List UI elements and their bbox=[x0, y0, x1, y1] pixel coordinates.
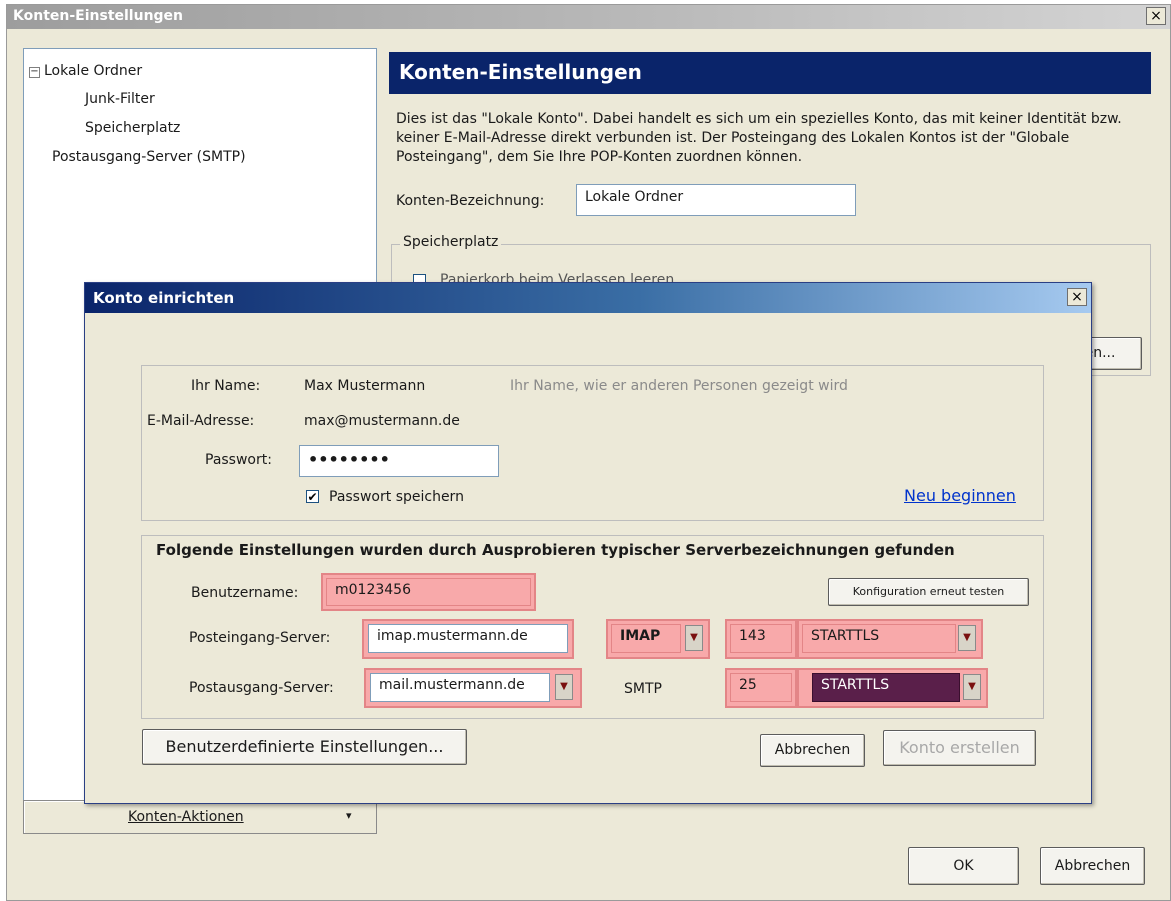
dialog-titlebar[interactable]: Konto einrichten × bbox=[85, 283, 1091, 313]
outgoing-protocol-label: SMTP bbox=[624, 681, 662, 697]
username-label: Benutzername: bbox=[191, 585, 299, 601]
account-description: Dies ist das "Lokale Konto". Dabei hande… bbox=[396, 111, 1122, 165]
email-value[interactable]: max@mustermann.de bbox=[304, 413, 460, 429]
account-actions-button[interactable]: Konten-Aktionen ▾ bbox=[23, 800, 377, 834]
dialog-title: Konto einrichten bbox=[93, 289, 235, 307]
save-password-checkbox[interactable]: ✔ bbox=[306, 490, 319, 503]
collapse-icon[interactable]: − bbox=[29, 67, 40, 78]
custom-settings-button[interactable]: Benutzerdefinierte Einstellungen... bbox=[142, 729, 467, 765]
tree-item-junk-filter[interactable]: Junk-Filter bbox=[85, 91, 155, 107]
name-label: Ihr Name: bbox=[191, 378, 261, 394]
incoming-server-label: Posteingang-Server: bbox=[189, 630, 331, 646]
password-label: Passwort: bbox=[205, 452, 272, 468]
save-password-label: Passwort speichern bbox=[329, 489, 464, 505]
incoming-security-select[interactable]: STARTTLS bbox=[802, 624, 956, 653]
empty-trash-label: Papierkorb beim Verlassen leeren bbox=[440, 272, 675, 282]
chevron-down-icon: ▾ bbox=[346, 809, 352, 822]
ok-button[interactable]: OK bbox=[908, 847, 1019, 885]
tree-item-lokale-ordner[interactable]: − Lokale Ordner bbox=[29, 63, 142, 79]
setup-account-dialog: Konto einrichten × Ihr Name: Max Musterm… bbox=[84, 282, 1092, 804]
window-titlebar[interactable]: Konten-Einstellungen × bbox=[7, 5, 1170, 29]
storage-legend: Speicherplatz bbox=[400, 234, 502, 250]
cancel-button[interactable]: Abbrechen bbox=[1040, 847, 1145, 885]
incoming-server-input[interactable]: imap.mustermann.de bbox=[368, 624, 568, 653]
account-actions-label: Konten-Aktionen bbox=[128, 809, 244, 825]
dialog-cancel-button[interactable]: Abbrechen bbox=[760, 734, 865, 767]
account-name-input[interactable]: Lokale Ordner bbox=[576, 184, 856, 216]
found-settings-heading: Folgende Einstellungen wurden durch Ausp… bbox=[156, 541, 955, 559]
incoming-protocol-dropdown-icon[interactable]: ▼ bbox=[685, 625, 703, 651]
window-close-button[interactable]: × bbox=[1146, 7, 1166, 25]
outgoing-server-dropdown-icon[interactable]: ▼ bbox=[555, 674, 573, 700]
outgoing-port-input[interactable]: 25 bbox=[730, 673, 792, 702]
create-account-button[interactable]: Konto erstellen bbox=[883, 730, 1036, 766]
restart-link[interactable]: Neu beginnen bbox=[904, 486, 1016, 505]
account-name-label: Konten-Bezeichnung: bbox=[396, 193, 545, 209]
username-input[interactable]: m0123456 bbox=[326, 578, 531, 606]
outgoing-security-dropdown-icon[interactable]: ▼ bbox=[963, 674, 981, 700]
name-value[interactable]: Max Mustermann bbox=[304, 378, 425, 394]
window-title: Konten-Einstellungen bbox=[13, 8, 184, 24]
retest-config-button[interactable]: Konfiguration erneut testen bbox=[828, 578, 1029, 606]
tree-item-speicherplatz[interactable]: Speicherplatz bbox=[85, 120, 180, 136]
incoming-protocol-select[interactable]: IMAP bbox=[611, 624, 681, 653]
incoming-port-input[interactable]: 143 bbox=[730, 624, 792, 653]
dialog-close-button[interactable]: × bbox=[1067, 288, 1087, 306]
outgoing-server-select[interactable]: mail.mustermann.de bbox=[370, 673, 550, 702]
tree-item-label: Lokale Ordner bbox=[44, 63, 143, 79]
page-title: Konten-Einstellungen bbox=[389, 52, 1151, 94]
tree-item-smtp-server[interactable]: Postausgang-Server (SMTP) bbox=[52, 149, 246, 165]
outgoing-server-label: Postausgang-Server: bbox=[189, 680, 334, 696]
name-hint: Ihr Name, wie er anderen Personen gezeig… bbox=[510, 378, 848, 394]
incoming-security-dropdown-icon[interactable]: ▼ bbox=[958, 625, 976, 651]
password-input[interactable]: •••••••• bbox=[299, 445, 499, 477]
outgoing-security-select[interactable]: STARTTLS bbox=[812, 673, 960, 702]
email-label: E-Mail-Adresse: bbox=[147, 413, 255, 429]
